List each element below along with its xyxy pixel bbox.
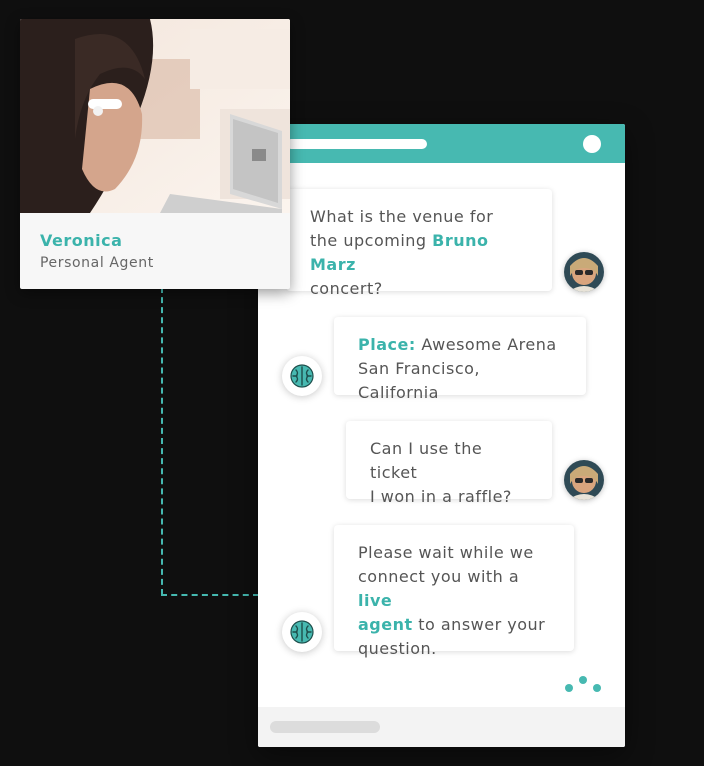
header-menu-dot[interactable] — [583, 135, 601, 153]
place-label: Place: — [358, 335, 416, 354]
message-line: connect you with a live — [358, 567, 520, 610]
agent-card: Veronica Personal Agent — [20, 19, 290, 289]
message-line: concert? — [310, 279, 383, 298]
chat-window: What is the venue for the upcoming Bruno… — [258, 124, 625, 747]
message-bubble-bot: Place: Awesome Arena San Francisco, Cali… — [334, 317, 586, 402]
user-avatar-icon — [564, 460, 604, 500]
message-line: the upcoming Bruno Marz — [310, 231, 489, 274]
message-highlight: live — [358, 591, 393, 610]
message-highlight: agent — [358, 615, 413, 634]
message-line: Can I use the ticket — [370, 439, 483, 482]
message-line: What is the venue for — [310, 207, 494, 226]
header-title-placeholder — [286, 139, 427, 149]
message-line: question. — [358, 639, 437, 658]
brain-icon — [282, 356, 322, 396]
message-bubble-user: What is the venue for the upcoming Bruno… — [286, 189, 552, 298]
typing-dot — [593, 684, 601, 692]
message-bubble-user: Can I use the ticket I won in a raffle? — [346, 421, 552, 506]
connector-line-horizontal — [161, 594, 259, 596]
brain-icon — [282, 612, 322, 652]
message-bubble-bot: Please wait while we connect you with a … — [334, 525, 574, 658]
agent-role: Personal Agent — [40, 255, 154, 271]
typing-dot — [565, 684, 573, 692]
message-line: I won in a raffle? — [370, 487, 512, 506]
chat-header — [258, 124, 625, 163]
chat-input-area[interactable] — [258, 707, 625, 747]
connector-line-vertical — [161, 287, 163, 595]
agent-photo — [20, 19, 290, 213]
message-line: Please wait while we — [358, 543, 534, 562]
message-input-placeholder[interactable] — [270, 721, 380, 733]
agent-name: Veronica — [40, 231, 123, 250]
message-line: San Francisco, California — [358, 359, 480, 402]
typing-dot — [579, 676, 587, 684]
user-avatar-icon — [564, 252, 604, 292]
message-line: Place: Awesome Arena — [358, 335, 557, 354]
message-line: agent to answer your — [358, 615, 546, 634]
